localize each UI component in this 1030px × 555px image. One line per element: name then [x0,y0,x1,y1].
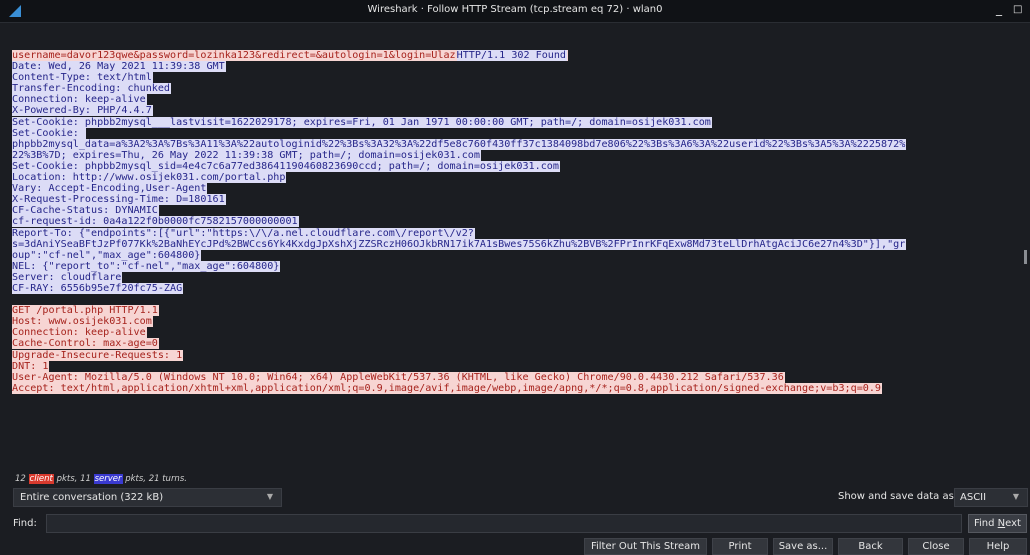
conversation-select-value: Entire conversation (322 kB) [20,492,164,503]
server-line: NEL: {"report_to":"cf-nel","max_age":604… [12,260,1022,272]
line-text: Upgrade-Insecure-Requests: 1 [12,349,184,361]
find-input[interactable] [46,514,962,533]
find-next-label-1: Find [974,518,998,529]
line-text: Location: http://www.osijek031.com/porta… [12,172,287,184]
server-line: 22%3B%7D; expires=Thu, 26 May 2022 11:39… [12,149,1022,161]
line-text: 22%3B%7D; expires=Thu, 26 May 2022 11:39… [12,149,481,161]
server-line: Server: cloudflare [12,271,1022,283]
format-select-value: ASCII [960,492,987,503]
help-button[interactable]: Help [969,538,1027,555]
maximize-button[interactable]: □ [1013,4,1022,15]
client-line: Upgrade-Insecure-Requests: 1 [12,349,1022,361]
line-text: phpbb2mysql_data=a%3A2%3A%7Bs%3A11%3A%22… [12,138,907,150]
line-text: NEL: {"report_to":"cf-nel","max_age":604… [12,260,281,272]
vertical-scrollbar-thumb[interactable] [1024,250,1027,264]
print-button[interactable]: Print [712,538,768,555]
save-as-button[interactable]: Save as... [773,538,833,555]
line-text: Report-To: {"endpoints":[{"url":"https:\… [12,227,475,239]
line-text: Content-Type: text/html [12,72,153,84]
filter-out-button[interactable]: Filter Out This Stream [584,538,707,555]
line-text: Vary: Accept-Encoding,User-Agent [12,183,208,195]
server-line: Transfer-Encoding: chunked [12,83,1022,95]
client-badge: client [28,474,54,484]
server-line: Vary: Accept-Encoding,User-Agent [12,183,1022,195]
server-line: Set-Cookie: phpbb2mysql___lastvisit=1622… [12,116,1022,128]
line-text: oup":"cf-nel","max_age":604800} [12,249,202,261]
line-text: X-Request-Processing-Time: D=180161 [12,194,226,206]
server-line: Date: Wed, 26 May 2021 11:39:38 GMT [12,61,1022,73]
server-line: Location: http://www.osijek031.com/porta… [12,172,1022,184]
line-text: CF-Cache-Status: DYNAMIC [12,205,159,217]
stats-text-1: pkts, 11 [53,474,94,484]
server-line: Content-Type: text/html [12,72,1022,84]
client-line: Accept: text/html,application/xhtml+xml,… [12,382,1022,394]
server-line: s=3dAniYSeaBFtJzPf077Kk%2BaNhEYcJPd%2BWC… [12,238,1022,250]
server-line: phpbb2mysql_data=a%3A2%3A%7Bs%3A11%3A%22… [12,138,1022,150]
line-text: User-Agent: Mozilla/5.0 (Windows NT 10.0… [12,371,785,383]
find-next-button[interactable]: Find Next [968,514,1027,533]
server-line: Report-To: {"endpoints":[{"url":"https:\… [12,227,1022,239]
server-line: Set-Cookie: phpbb2mysql_sid=4e4c7c6a77ed… [12,160,1022,172]
format-select[interactable]: ASCII ▼ [954,488,1028,507]
line-text: username=davor123qwe&password=lozinka123… [12,50,457,61]
show-save-label: Show and save data as [838,491,954,502]
back-button[interactable]: Back [838,538,903,555]
line-text: Set-Cookie: phpbb2mysql_sid=4e4c7c6a77ed… [12,160,560,172]
line-text: Server: cloudflare [12,271,123,283]
line-text: Accept: text/html,application/xhtml+xml,… [12,382,883,394]
server-badge: server [93,474,123,484]
window-title: Wireshark · Follow HTTP Stream (tcp.stre… [367,4,663,15]
line-text: Cache-Control: max-age=0 [12,338,159,350]
line-text: GET /portal.php HTTP/1.1 [12,305,159,317]
line-text: Host: www.osijek031.com [12,316,153,328]
chevron-down-icon: ▼ [1012,492,1019,501]
line-text: Set-Cookie: [12,127,86,139]
server-line: X-Request-Processing-Time: D=180161 [12,194,1022,206]
client-line: DNT: 1 [12,360,1022,372]
find-next-label-2: ext [1005,518,1021,529]
client-line: Host: www.osijek031.com [12,316,1022,328]
line-text: Connection: keep-alive [12,94,147,106]
server-line: CF-RAY: 6556b95e7f20fc75-ZAG [12,282,1022,294]
server-line: X-Powered-By: PHP/4.4.7 [12,105,1022,117]
conversation-select[interactable]: Entire conversation (322 kB) ▼ [13,488,282,507]
client-line: User-Agent: Mozilla/5.0 (Windows NT 10.0… [12,371,1022,383]
client-line: GET /portal.php HTTP/1.1 [12,305,1022,317]
client-count: 12 [15,474,26,484]
line-text: X-Powered-By: PHP/4.4.7 [12,105,153,117]
stats-text-2: pkts, 21 turns. [122,474,187,484]
chevron-down-icon: ▼ [266,492,273,501]
line-text: Date: Wed, 26 May 2021 11:39:38 GMT [12,61,226,73]
line-text: Set-Cookie: phpbb2mysql___lastvisit=1622… [12,116,712,128]
server-line: CF-Cache-Status: DYNAMIC [12,205,1022,217]
line-text: Connection: keep-alive [12,327,147,339]
line-text: DNT: 1 [12,360,50,372]
server-line: cf-request-id: 0a4a122f0b0000fc758215700… [12,216,1022,228]
line-text: s=3dAniYSeaBFtJzPf077Kk%2BaNhEYcJPd%2BWC… [12,238,907,250]
server-line: oup":"cf-nel","max_age":604800} [12,249,1022,261]
server-line-tail: HTTP/1.1 302 Found [456,50,568,61]
minimize-button[interactable]: _ [996,2,1002,16]
line-text: CF-RAY: 6556b95e7f20fc75-ZAG [12,282,184,294]
client-line: username=davor123qwe&password=lozinka123… [12,50,1022,61]
client-line: Cache-Control: max-age=0 [12,338,1022,350]
stream-content[interactable]: username=davor123qwe&password=lozinka123… [12,50,1022,470]
line-text: Transfer-Encoding: chunked [12,83,172,95]
server-line: Connection: keep-alive [12,94,1022,106]
find-label: Find: [13,518,37,529]
line-text: cf-request-id: 0a4a122f0b0000fc758215700… [12,216,299,228]
client-line: Connection: keep-alive [12,327,1022,339]
close-button[interactable]: Close [908,538,964,555]
server-line: Set-Cookie: [12,127,1022,139]
title-bar: Wireshark · Follow HTTP Stream (tcp.stre… [0,0,1030,23]
packet-stats: 12 client pkts, 11 server pkts, 21 turns… [15,474,187,484]
